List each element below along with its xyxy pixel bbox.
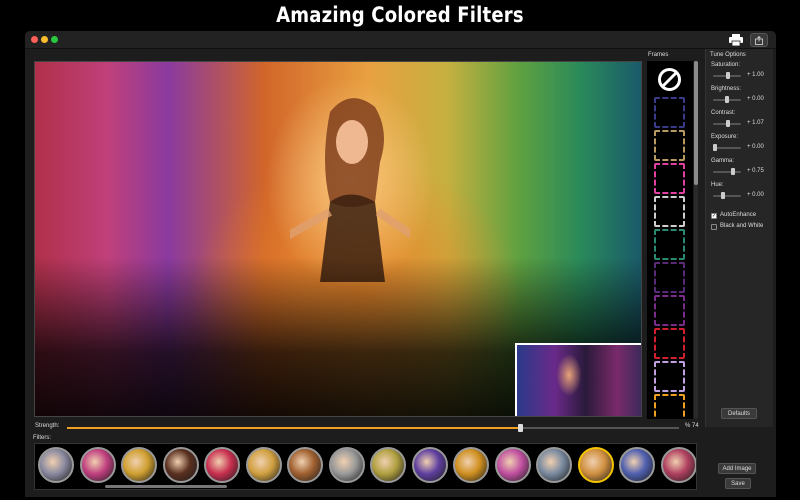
filter-thumbnail[interactable] — [660, 447, 696, 483]
tune-slider[interactable] — [713, 192, 741, 199]
tune-slider-value: + 0.00 — [747, 144, 764, 150]
filter-thumbnail[interactable] — [328, 447, 365, 483]
autoenhance-checkbox[interactable]: ✓ — [711, 213, 717, 219]
autoenhance-label: AutoEnhance — [720, 212, 757, 218]
tune-slider-knob[interactable] — [713, 144, 717, 151]
tune-options-title: Tune Options — [710, 52, 746, 58]
frame-item[interactable] — [654, 262, 685, 293]
image-canvas[interactable] — [34, 61, 642, 417]
app-window: Frames Tune Options Saturation: + 1.00 Bri… — [25, 31, 776, 497]
share-icon — [755, 35, 763, 45]
black-and-white-checkbox[interactable] — [711, 224, 717, 230]
filter-thumbnail[interactable] — [370, 447, 406, 483]
frames-panel: Frames — [644, 49, 701, 419]
original-thumbnail[interactable] — [515, 343, 641, 416]
filter-thumbnail[interactable] — [287, 447, 323, 483]
minimize-window-button[interactable] — [41, 36, 48, 43]
filter-thumbnail[interactable] — [245, 447, 282, 483]
filters-scrollbar[interactable] — [105, 485, 227, 488]
frame-item[interactable] — [654, 229, 685, 260]
tune-slider-label: Hue: — [711, 182, 724, 188]
frames-scroll-thumb[interactable] — [694, 61, 698, 185]
filter-thumbnail[interactable] — [79, 447, 116, 483]
tune-slider-label: Gamma: — [711, 158, 735, 164]
tune-slider-knob[interactable] — [725, 96, 729, 103]
frame-item[interactable] — [654, 196, 685, 227]
tune-slider-value: + 0.00 — [747, 96, 764, 102]
frame-item[interactable] — [654, 361, 685, 392]
strength-slider[interactable] — [67, 424, 679, 432]
strength-fill — [67, 427, 520, 429]
defaults-button[interactable]: Defaults — [721, 408, 757, 419]
filters-label: Filters: — [33, 435, 51, 441]
filters-strip — [34, 443, 697, 490]
tune-slider[interactable] — [713, 168, 741, 175]
tune-slider-knob[interactable] — [726, 72, 730, 79]
tune-slider-label: Brightness: — [711, 86, 742, 92]
tune-slider[interactable] — [713, 96, 741, 103]
filter-thumbnail[interactable] — [162, 447, 199, 483]
strength-label: Strength: — [35, 423, 60, 429]
tune-slider-value: + 1.07 — [747, 120, 764, 126]
strength-knob[interactable] — [518, 424, 523, 432]
share-button[interactable] — [750, 33, 768, 47]
tune-slider[interactable] — [713, 72, 741, 79]
frame-item[interactable] — [654, 295, 685, 326]
banner-title: Amazing Colored Filters — [276, 3, 524, 27]
app-screenshot: Amazing Colored Filters Frames Tune Opti… — [0, 0, 800, 500]
filter-thumbnail[interactable] — [619, 447, 655, 483]
tune-options-panel: Tune Options Saturation: + 1.00 Brightness… — [705, 49, 773, 427]
dj-figure-image — [290, 98, 410, 282]
tune-slider-label: Exposure: — [711, 134, 739, 140]
printer-icon — [729, 34, 743, 46]
frames-label: Frames — [648, 52, 669, 58]
tune-slider-value: + 0.00 — [747, 192, 764, 198]
frame-item[interactable] — [654, 163, 685, 194]
frames-list — [647, 61, 693, 419]
tune-slider-value: + 0.75 — [747, 168, 764, 174]
close-window-button[interactable] — [31, 36, 38, 43]
filter-thumbnail[interactable] — [204, 447, 240, 483]
frame-item[interactable] — [654, 394, 685, 419]
filter-thumbnail[interactable] — [121, 447, 157, 483]
frame-item[interactable] — [654, 130, 685, 161]
strength-value: % 74 — [685, 423, 699, 429]
zoom-window-button[interactable] — [51, 36, 58, 43]
black-and-white-label: Black and White — [720, 223, 764, 229]
save-button[interactable]: Save — [725, 478, 751, 489]
promo-banner: Amazing Colored Filters — [0, 0, 800, 30]
no-frame-icon — [658, 68, 681, 91]
filter-thumbnail[interactable] — [536, 447, 572, 483]
tune-slider[interactable] — [713, 144, 741, 151]
filter-thumbnail[interactable] — [453, 447, 489, 483]
frame-item[interactable] — [654, 97, 685, 128]
tune-slider-knob[interactable] — [731, 168, 735, 175]
filter-thumbnail[interactable] — [577, 447, 614, 483]
tune-slider-knob[interactable] — [726, 120, 730, 127]
frames-scrollbar[interactable] — [694, 61, 698, 419]
title-bar — [25, 31, 776, 49]
print-button[interactable] — [728, 33, 744, 47]
frame-item[interactable] — [654, 328, 685, 359]
tune-slider[interactable] — [713, 120, 741, 127]
filter-thumbnail[interactable] — [411, 447, 448, 483]
frame-none-item[interactable] — [654, 64, 685, 95]
filter-thumbnail[interactable] — [494, 447, 531, 483]
tune-slider-label: Contrast: — [711, 110, 736, 116]
tune-slider-knob[interactable] — [721, 192, 725, 199]
add-image-button[interactable]: Add Image — [718, 463, 756, 474]
filter-thumbnail[interactable] — [38, 447, 74, 483]
tune-slider-label: Saturation: — [711, 62, 741, 68]
tune-slider-value: + 1.00 — [747, 72, 764, 78]
